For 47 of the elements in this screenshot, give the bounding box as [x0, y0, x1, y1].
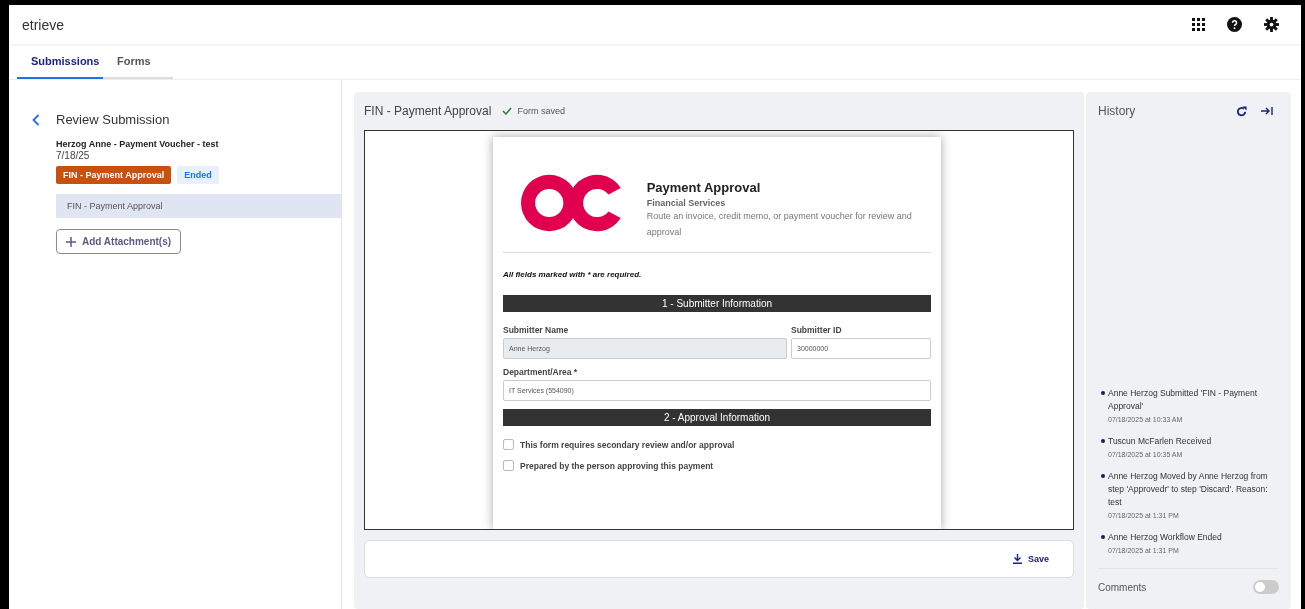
help-icon[interactable]: [1227, 17, 1242, 32]
field-label: Submitter Name: [503, 325, 570, 335]
bullet-icon: [1101, 535, 1105, 539]
required-note: All fields marked with * are required.: [503, 270, 643, 279]
tab[interactable]: Forms: [103, 44, 173, 79]
submission-name: Herzog Anne - Payment Voucher - test: [56, 139, 220, 149]
field-label: Department/Area *: [503, 367, 579, 377]
collapse-icon[interactable]: [1261, 106, 1273, 116]
checkbox[interactable]: [503, 460, 514, 471]
history-title: History: [1098, 104, 1137, 118]
status-badge: Ended: [177, 166, 219, 184]
field-label: Submitter ID: [791, 325, 843, 335]
save-button[interactable]: Save: [1006, 553, 1055, 565]
refresh-icon[interactable]: [1236, 105, 1247, 117]
history-event: Anne Herzog Submitted 'FIN - Payment Approval': [1108, 387, 1259, 413]
history-event: Anne Herzog Workflow Ended: [1108, 531, 1222, 544]
form-subheading: Financial Services: [646, 198, 727, 208]
download-icon: [1012, 554, 1022, 564]
bullet-icon: [1101, 439, 1105, 443]
form-title: FIN - Payment Approval: [364, 104, 492, 118]
submission-date: 7/18/25: [56, 150, 91, 161]
bullet-icon: [1101, 391, 1105, 395]
form-badge: FIN - Payment Approval: [56, 166, 172, 184]
section-header: 1 - Submitter Information: [503, 295, 931, 312]
comments-label: Comments: [1098, 581, 1147, 593]
form-heading: Payment Approval: [646, 180, 762, 195]
form-list-item[interactable]: FIN - Payment Approval: [56, 194, 341, 218]
apps-grid-icon[interactable]: [1192, 18, 1205, 31]
plus-icon: [66, 236, 76, 247]
save-status: Form saved: [517, 106, 565, 116]
tab[interactable]: Submissions: [17, 44, 103, 79]
form-description: Route an invoice, credit memo, or payment voucher for review and approval: [646, 210, 913, 239]
page-title: Review Submission: [56, 112, 170, 127]
checkbox-label: This form requires secondary review and/or approval: [520, 439, 735, 450]
app-logo: etrieve: [22, 16, 65, 33]
checkbox-label: Prepared by the person approving this payment: [520, 460, 714, 471]
history-event: Anne Herzog Moved by Anne Herzog from step 'Approvedr' to step 'Discard'. Reason: test: [1108, 470, 1269, 509]
section-header: 2 - Approval Information: [503, 409, 931, 426]
back-icon[interactable]: [32, 113, 40, 126]
check-icon: [502, 107, 513, 115]
settings-icon[interactable]: [1264, 17, 1279, 32]
add-attachment-button[interactable]: Add Attachment(s): [56, 229, 182, 254]
logo-icon: [521, 173, 623, 233]
checkbox[interactable]: [503, 439, 514, 450]
comments-toggle[interactable]: [1253, 580, 1279, 594]
history-event: Tuscun McFarlen Received: [1108, 435, 1212, 448]
bullet-icon: [1101, 474, 1105, 478]
